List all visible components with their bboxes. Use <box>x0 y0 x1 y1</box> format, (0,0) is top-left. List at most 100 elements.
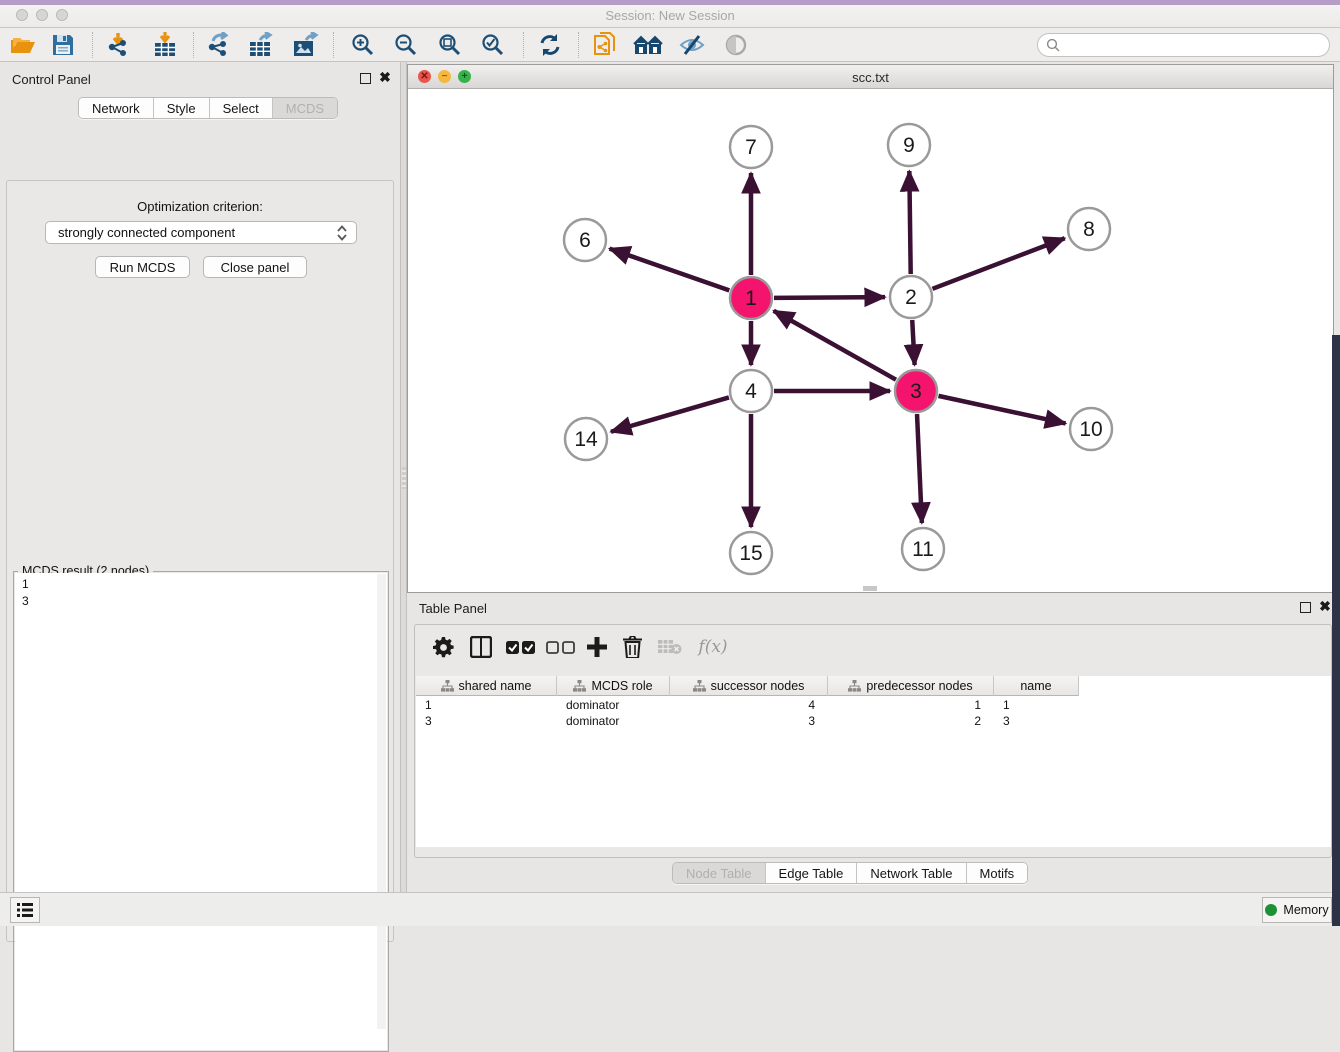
column-header-label: MCDS role <box>591 679 652 693</box>
edge-2-8[interactable] <box>932 238 1064 289</box>
control-panel-title: Control Panel <box>12 72 91 87</box>
close-panel-button[interactable]: Close panel <box>203 256 307 278</box>
mcds-result-text[interactable]: 1 3 <box>15 573 387 1050</box>
delete-table-icon[interactable] <box>655 633 685 661</box>
edge-1-6[interactable] <box>610 249 730 291</box>
splitter-grip[interactable] <box>402 467 406 489</box>
toolbar-separator <box>92 32 93 58</box>
memory-button[interactable]: Memory <box>1262 897 1332 923</box>
window-title: Session: New Session <box>0 8 1340 23</box>
gear-icon[interactable] <box>430 633 456 661</box>
edge-1-2[interactable] <box>774 297 885 298</box>
close-panel-icon[interactable]: ✖ <box>378 70 392 84</box>
clone-network-icon[interactable] <box>590 31 620 59</box>
network-canvas[interactable]: 7968124314101511 <box>408 89 1333 592</box>
cell-predecessor-nodes: 2 <box>837 714 981 728</box>
edge-3-10[interactable] <box>938 396 1065 424</box>
toolbar-separator <box>523 32 524 58</box>
edge-3-11[interactable] <box>917 414 922 523</box>
float-panel-icon[interactable] <box>360 73 371 84</box>
function-builder-icon[interactable]: f(x) <box>693 633 733 661</box>
task-history-button[interactable] <box>10 897 40 923</box>
tab-style[interactable]: Style <box>154 98 210 118</box>
column-header-label: shared name <box>459 679 532 693</box>
zoom-out-icon[interactable] <box>391 31 421 59</box>
column-header-shared-name[interactable]: shared name <box>416 676 557 696</box>
node-label-2: 2 <box>905 286 917 309</box>
export-network-icon[interactable] <box>203 31 233 59</box>
search-box[interactable] <box>1037 33 1330 57</box>
column-header-name[interactable]: name <box>994 676 1079 696</box>
deselect-all-icon[interactable] <box>545 633 577 661</box>
network-window-titlebar[interactable]: ✕ − + scc.txt <box>408 65 1333 89</box>
canvas-hscroll-thumb[interactable] <box>863 586 877 591</box>
column-header-MCDS-role[interactable]: MCDS role <box>557 676 670 696</box>
zoom-in-icon[interactable] <box>348 31 378 59</box>
tab-mcds[interactable]: MCDS <box>273 98 337 118</box>
table-panel-tabs: Node TableEdge TableNetwork TableMotifs <box>672 862 1028 884</box>
edge-3-1[interactable] <box>774 311 896 380</box>
node-table[interactable]: shared name MCDS role successor nodes prede… <box>416 676 1331 847</box>
table-row[interactable]: 3dominator323 <box>416 713 1331 729</box>
node-label-8: 8 <box>1083 218 1095 241</box>
import-table-icon[interactable] <box>150 31 180 59</box>
column-header-successor-nodes[interactable]: successor nodes <box>670 676 828 696</box>
edge-2-9[interactable] <box>909 171 910 274</box>
search-icon <box>1046 38 1060 52</box>
table-row[interactable]: 1dominator411 <box>416 697 1331 713</box>
open-folder-icon[interactable] <box>8 31 38 59</box>
desktop-background-strip <box>1332 335 1340 926</box>
show-all-icon[interactable] <box>721 31 751 59</box>
hide-selected-icon[interactable] <box>677 31 707 59</box>
optimization-criterion-label: Optimization criterion: <box>7 199 393 214</box>
tab-motifs[interactable]: Motifs <box>967 863 1028 883</box>
toolbar-separator <box>333 32 334 58</box>
export-image-icon[interactable] <box>290 31 320 59</box>
node-label-7: 7 <box>745 136 757 159</box>
search-input[interactable] <box>1060 38 1329 52</box>
hierarchy-icon <box>441 680 454 692</box>
tab-select[interactable]: Select <box>210 98 273 118</box>
run-mcds-button[interactable]: Run MCDS <box>95 256 190 278</box>
node-label-11: 11 <box>912 538 934 561</box>
node-label-15: 15 <box>739 542 762 565</box>
tab-node-table[interactable]: Node Table <box>673 863 766 883</box>
close-table-panel-icon[interactable]: ✖ <box>1318 599 1332 613</box>
main-toolbar <box>0 28 1340 62</box>
import-network-icon[interactable] <box>103 31 133 59</box>
node-label-1: 1 <box>745 287 757 310</box>
column-header-predecessor-nodes[interactable]: predecessor nodes <box>828 676 994 696</box>
delete-column-icon[interactable] <box>618 633 646 661</box>
tab-edge-table[interactable]: Edge Table <box>766 863 858 883</box>
export-table-icon[interactable] <box>246 31 276 59</box>
edge-4-14[interactable] <box>611 397 729 431</box>
refresh-icon[interactable] <box>535 31 565 59</box>
node-label-3: 3 <box>910 380 922 403</box>
vertical-splitter[interactable] <box>400 62 407 892</box>
cell-shared-name: 1 <box>425 698 544 712</box>
control-panel: Control Panel ✖ NetworkStyleSelectMCDS O… <box>0 62 400 892</box>
cell-MCDS-role: dominator <box>566 698 657 712</box>
column-header-label: successor nodes <box>711 679 805 693</box>
save-icon[interactable] <box>48 31 78 59</box>
node-table-container: f(x) shared name MCDS role successor nodes… <box>414 624 1332 858</box>
result-scrollbar[interactable] <box>377 574 386 1029</box>
optimization-criterion-dropdown[interactable]: strongly connected component <box>45 221 357 244</box>
tab-network[interactable]: Network <box>79 98 154 118</box>
hierarchy-icon <box>573 680 586 692</box>
select-all-icon[interactable] <box>505 633 537 661</box>
edge-2-3[interactable] <box>912 320 914 365</box>
float-table-panel-icon[interactable] <box>1300 602 1311 613</box>
memory-status-icon <box>1265 904 1277 916</box>
add-column-icon[interactable] <box>583 633 611 661</box>
node-label-14: 14 <box>574 428 598 451</box>
hierarchy-icon <box>693 680 706 692</box>
zoom-fit-icon[interactable] <box>435 31 465 59</box>
app-title-bar: Session: New Session <box>0 0 1340 28</box>
home-layout-icon[interactable] <box>633 31 663 59</box>
zoom-selected-icon[interactable] <box>478 31 508 59</box>
mcds-result-group: MCDS result (2 nodes) 1 3 <box>13 564 389 1052</box>
split-view-icon[interactable] <box>467 633 495 661</box>
cell-shared-name: 3 <box>425 714 544 728</box>
tab-network-table[interactable]: Network Table <box>857 863 966 883</box>
